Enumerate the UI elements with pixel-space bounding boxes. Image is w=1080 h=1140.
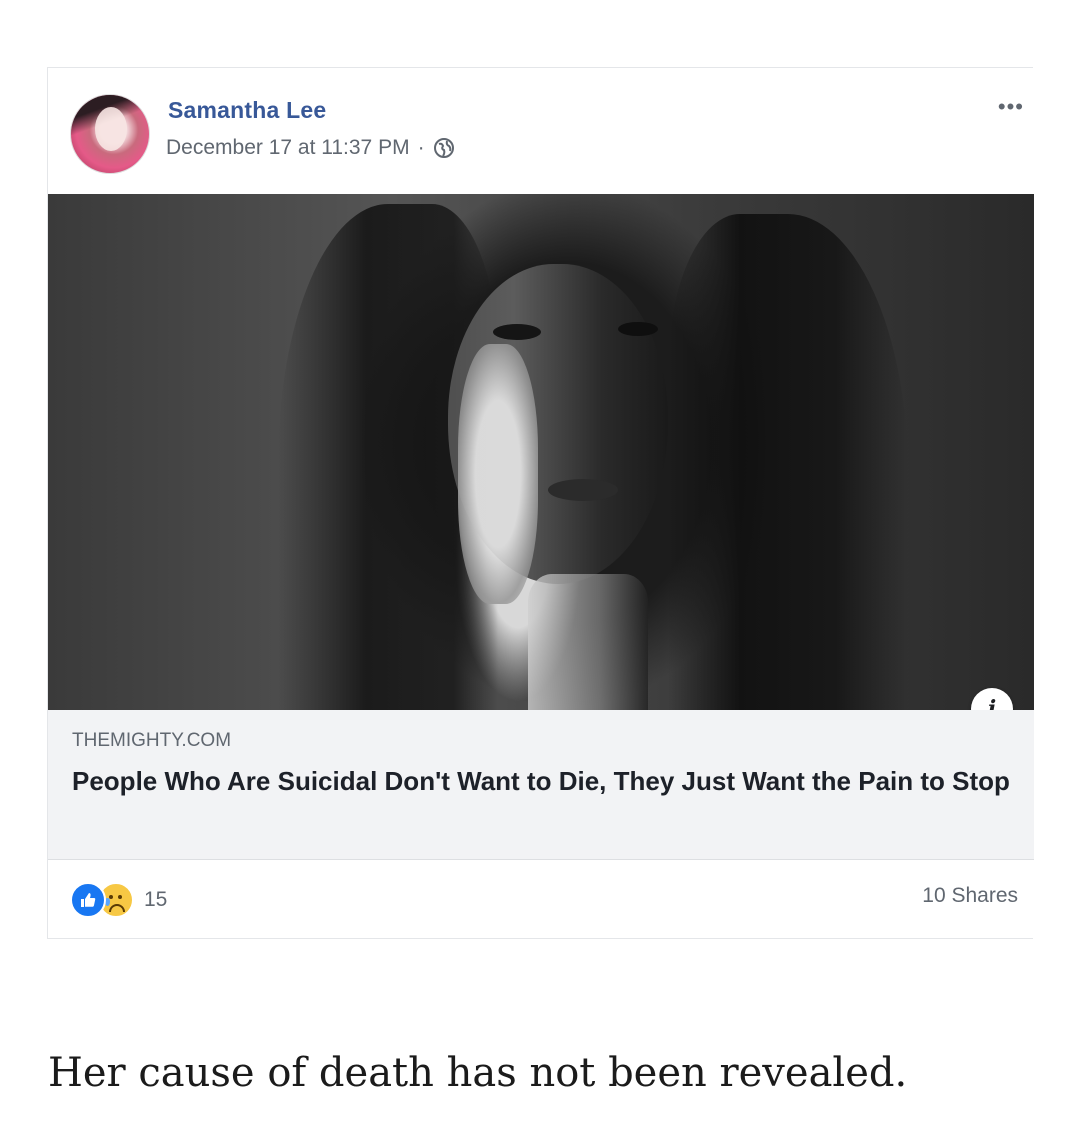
facebook-post: Samantha Lee December 17 at 11:37 PM · •…	[47, 67, 1034, 940]
reactions-summary[interactable]: 15	[70, 882, 167, 918]
link-preview-box[interactable]: THEMIGHTY.COM People Who Are Suicidal Do…	[48, 710, 1034, 860]
article-caption: Her cause of death has not been revealed…	[48, 1050, 908, 1096]
like-icon	[70, 882, 106, 918]
photo-neck	[528, 574, 648, 710]
photo-eye-left	[493, 324, 541, 340]
post-meta: December 17 at 11:37 PM ·	[166, 136, 455, 160]
photo-eye-right	[618, 322, 658, 336]
link-domain: THEMIGHTY.COM	[72, 730, 232, 751]
ellipsis-icon[interactable]: •••	[998, 96, 1024, 118]
photo-light-streak	[458, 344, 538, 604]
shares-count[interactable]: 10 Shares	[922, 884, 1018, 908]
post-footer: 15 10 Shares	[48, 860, 1034, 940]
globe-icon[interactable]	[433, 137, 455, 159]
link-headline[interactable]: People Who Are Suicidal Don't Want to Di…	[72, 762, 1012, 801]
post-timestamp[interactable]: December 17 at 11:37 PM	[166, 136, 410, 160]
reaction-count: 15	[144, 888, 168, 911]
link-preview-image[interactable]	[48, 194, 1034, 710]
avatar-face	[95, 107, 127, 151]
avatar[interactable]	[70, 94, 150, 174]
post-header: Samantha Lee December 17 at 11:37 PM · •…	[48, 68, 1034, 194]
photo-lips	[548, 479, 618, 501]
photo-hair-right	[668, 214, 908, 710]
meta-separator: ·	[417, 136, 425, 159]
author-name[interactable]: Samantha Lee	[168, 97, 326, 124]
